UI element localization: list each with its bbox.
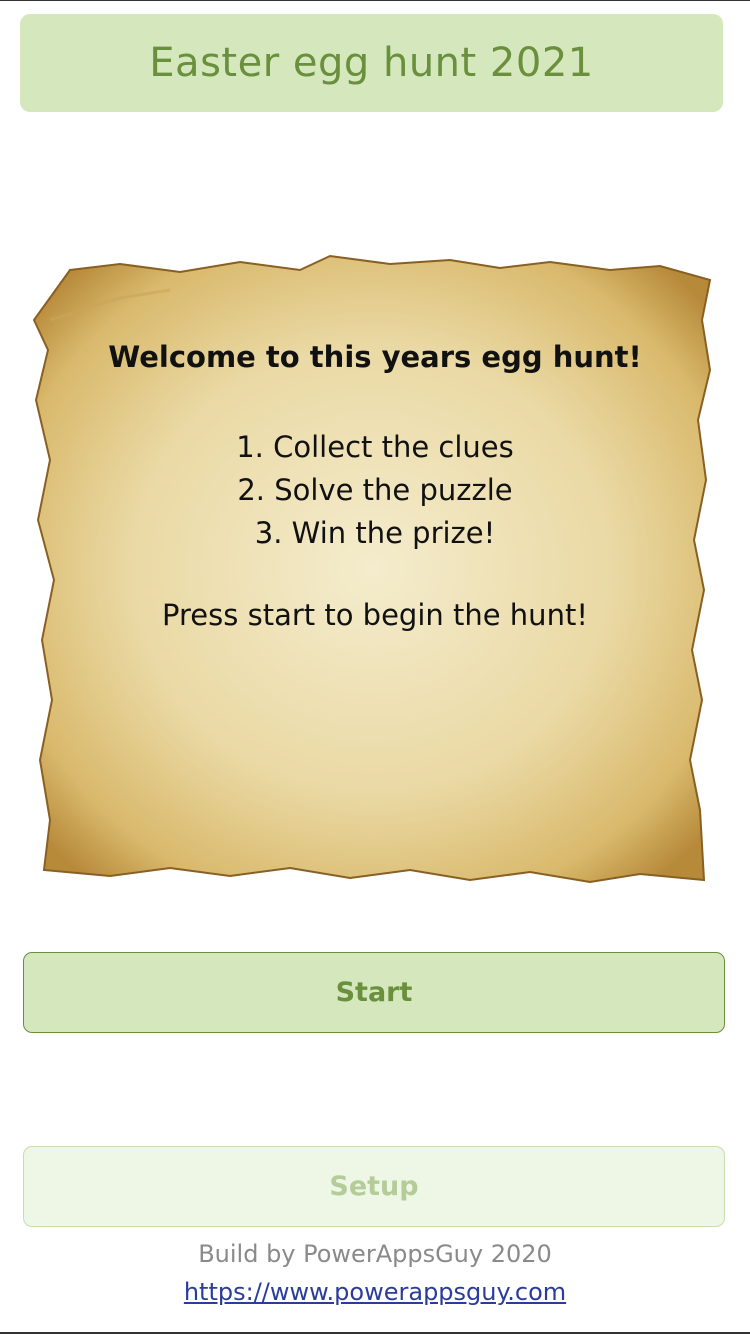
parchment-scroll: Welcome to this years egg hunt! 1. Colle…	[30, 250, 720, 890]
top-border	[0, 0, 750, 1]
setup-button-label: Setup	[329, 1171, 419, 1202]
welcome-heading: Welcome to this years egg hunt!	[108, 340, 642, 374]
setup-button[interactable]: Setup	[23, 1146, 725, 1227]
title-banner: Easter egg hunt 2021	[20, 14, 723, 112]
page-title: Easter egg hunt 2021	[149, 40, 594, 86]
start-button[interactable]: Start	[23, 952, 725, 1033]
start-button-label: Start	[335, 977, 413, 1008]
website-link[interactable]: https://www.powerappsguy.com	[184, 1278, 566, 1306]
footer-credit: Build by PowerAppsGuy 2020	[198, 1240, 552, 1268]
step-item: 2. Solve the puzzle	[237, 473, 513, 507]
step-item: 3. Win the prize!	[254, 516, 496, 550]
press-start-text: Press start to begin the hunt!	[162, 598, 588, 632]
steps-list: 1. Collect the clues 2. Solve the puzzle…	[30, 426, 720, 555]
step-item: 1. Collect the clues	[236, 430, 514, 464]
footer-link-wrap: https://www.powerappsguy.com	[0, 1278, 750, 1306]
